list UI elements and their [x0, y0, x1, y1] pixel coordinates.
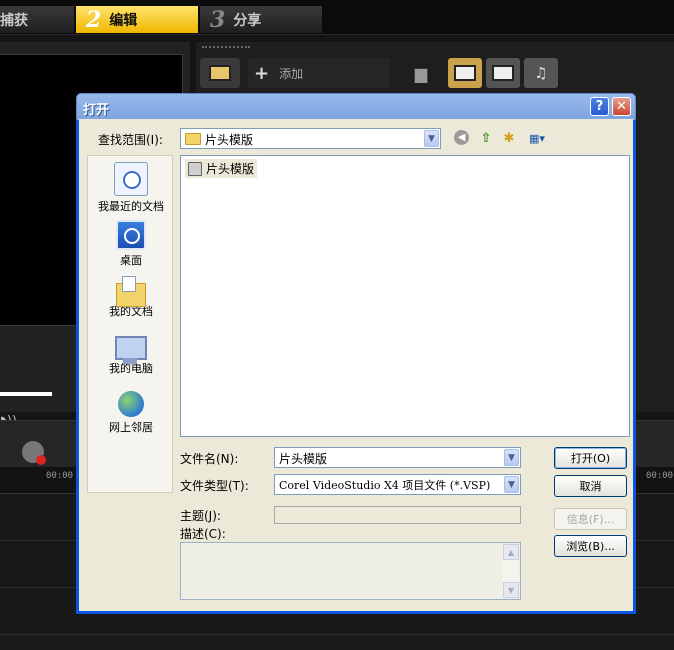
help-button[interactable]: ? [590, 97, 609, 116]
desktop-icon [116, 220, 146, 250]
description-field: ▲ ▼ [180, 542, 521, 600]
my-documents-icon [116, 276, 146, 307]
tab-edit-number: 2 [86, 6, 102, 33]
music-note-icon[interactable]: ♫ [524, 58, 558, 88]
tab-share[interactable]: 3 分享 [200, 6, 322, 33]
place-label: 桌面 [120, 254, 142, 267]
back-icon[interactable]: ◀ [454, 130, 469, 145]
info-button: 信息(F)... [554, 508, 627, 530]
chevron-down-icon[interactable]: ▼ [504, 476, 519, 493]
place-network[interactable]: 网上邻居 [88, 391, 174, 435]
media-import-icon [209, 65, 231, 81]
filetype-dropdown[interactable]: Corel VideoStudio X4 项目文件 (*.VSP) ▼ [274, 474, 521, 495]
workflow-tabs: 捕获 2 编辑 3 分享 [0, 0, 674, 35]
cancel-button[interactable]: 取消 [554, 475, 627, 497]
tab-capture[interactable]: 捕获 [0, 6, 74, 33]
list-item[interactable]: 片头模版 [185, 159, 258, 178]
open-dialog: 打开 ? ✕ 查找范围(I): 片头模版 ▼ ◀ ⇧ ✱ ▦▾ 我最近的文档 桌… [76, 93, 636, 614]
grip-handle[interactable] [202, 46, 250, 51]
filetype-label: 文件类型(T): [180, 479, 249, 493]
filename-field[interactable]: 片头模版 ▼ [274, 447, 521, 468]
chevron-down-icon[interactable]: ▼ [504, 449, 519, 466]
film-icon [454, 65, 476, 81]
dialog-title: 打开 [83, 103, 110, 118]
view-menu-icon[interactable]: ▦▾ [525, 129, 549, 147]
tab-edit[interactable]: 2 编辑 [76, 6, 198, 33]
filename-label: 文件名(N): [180, 452, 239, 466]
chevron-down-icon[interactable]: ▼ [424, 130, 439, 147]
add-label: 添加 [279, 66, 304, 81]
description-label: 描述(C): [180, 527, 226, 541]
ruler-label: 00:00 [46, 471, 74, 481]
network-places-icon [118, 391, 144, 417]
browse-button[interactable]: 浏览(B)... [554, 535, 627, 557]
lookin-value: 片头模版 [205, 133, 254, 147]
lookin-dropdown[interactable]: 片头模版 ▼ [180, 128, 441, 149]
scroll-down-icon: ▼ [503, 582, 519, 598]
lookin-value-wrap: 片头模版 [185, 131, 253, 148]
dialog-titlebar[interactable]: 打开 ? ✕ [76, 93, 636, 120]
ruler-label: 00:00 [646, 471, 674, 481]
video-filter-button[interactable] [448, 58, 482, 88]
place-label: 网上邻居 [109, 421, 153, 434]
scroll-up-icon: ▲ [503, 544, 519, 560]
tab-share-label: 分享 [233, 12, 262, 29]
close-button[interactable]: ✕ [612, 97, 631, 116]
scrollbar: ▲ ▼ [503, 544, 519, 598]
place-recent[interactable]: 我最近的文档 [88, 162, 174, 214]
open-button[interactable]: 打开(O) [554, 447, 627, 469]
my-computer-icon [115, 336, 147, 364]
subject-label: 主题(J): [180, 509, 221, 523]
tab-edit-label: 编辑 [109, 12, 138, 29]
add-folder-button[interactable]: + 添加 [248, 58, 390, 88]
photo-filter-button[interactable] [486, 58, 520, 88]
place-my-computer[interactable]: 我的电脑 [88, 334, 174, 376]
places-bar: 我最近的文档 桌面 我的文档 我的电脑 网上邻居 [87, 155, 173, 493]
up-folder-icon[interactable]: ⇧ [477, 129, 495, 147]
record-capture-icon[interactable] [22, 441, 46, 465]
place-label: 我最近的文档 [98, 200, 164, 213]
scrubber[interactable] [0, 392, 52, 396]
project-file-icon [188, 161, 202, 176]
place-my-documents[interactable]: 我的文档 [88, 276, 174, 319]
subject-field [274, 506, 521, 524]
tab-capture-label: 捕获 [0, 12, 28, 29]
folder-icon [185, 133, 201, 145]
file-name: 片头模版 [206, 162, 255, 176]
folder-icon[interactable]: ▆ [406, 58, 436, 88]
tab-share-number: 3 [210, 6, 226, 33]
lookin-label: 查找范围(I): [98, 133, 163, 147]
dialog-body: 查找范围(I): 片头模版 ▼ ◀ ⇧ ✱ ▦▾ 我最近的文档 桌面 我的文档 [79, 119, 633, 611]
place-desktop[interactable]: 桌面 [88, 220, 174, 268]
plus-icon: + [254, 62, 270, 84]
photo-icon [492, 65, 514, 81]
recent-documents-icon [114, 162, 148, 196]
filename-value: 片头模版 [279, 452, 328, 466]
import-media-button[interactable] [200, 58, 240, 88]
filetype-value: Corel VideoStudio X4 项目文件 (*.VSP) [279, 479, 491, 492]
new-folder-icon[interactable]: ✱ [500, 129, 518, 147]
file-list[interactable]: 片头模版 [180, 155, 630, 437]
